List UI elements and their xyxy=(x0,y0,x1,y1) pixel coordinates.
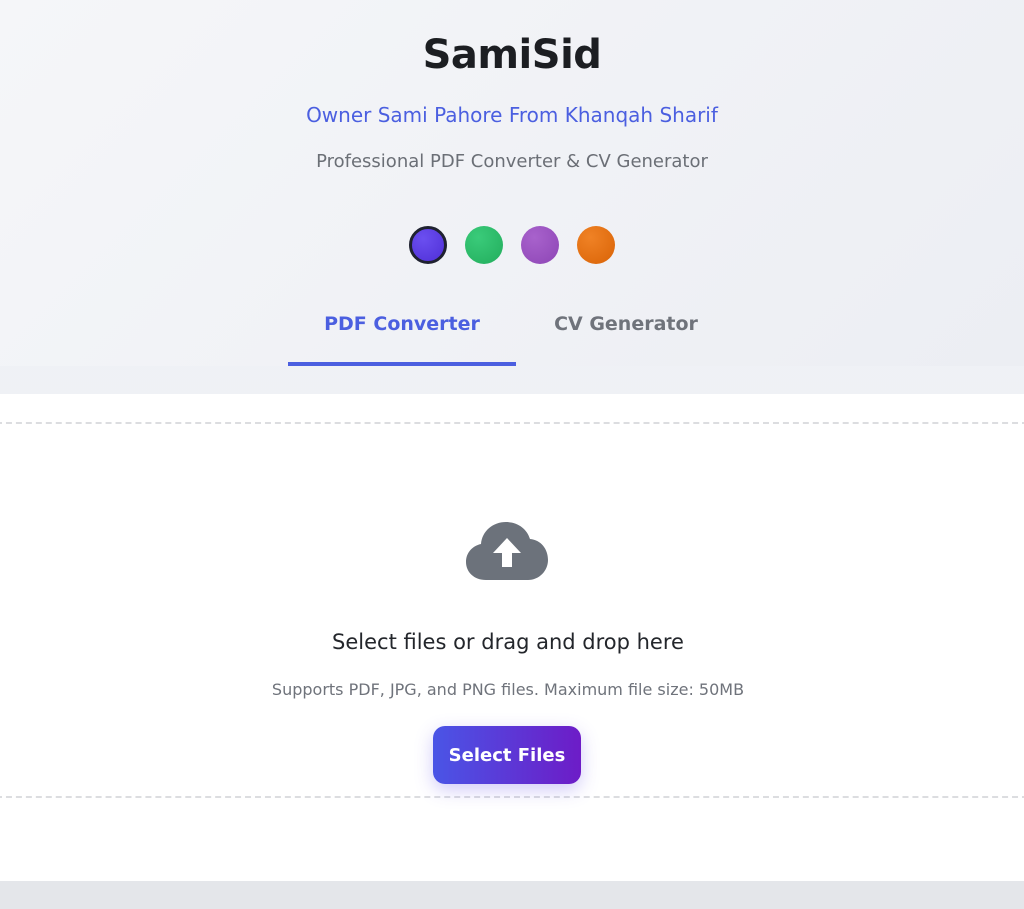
tab-bar: PDF Converter CV Generator xyxy=(288,296,736,366)
select-files-button[interactable]: Select Files xyxy=(433,726,581,784)
tab-cv-generator-label: CV Generator xyxy=(554,313,698,335)
theme-swatch-indigo[interactable] xyxy=(409,226,447,264)
owner-subtitle: Owner Sami Pahore From Khanqah Sharif xyxy=(306,103,718,127)
cloud-upload-icon xyxy=(466,522,548,580)
footer-band xyxy=(0,881,1024,909)
theme-swatch-purple[interactable] xyxy=(521,226,559,264)
brand-title: SamiSid xyxy=(422,32,602,78)
theme-swatch-green[interactable] xyxy=(465,226,503,264)
header: SamiSid Owner Sami Pahore From Khanqah S… xyxy=(0,0,1024,366)
dropzone-hint: Supports PDF, JPG, and PNG files. Maximu… xyxy=(271,680,745,699)
tab-cv-generator[interactable]: CV Generator xyxy=(516,296,736,366)
theme-swatches xyxy=(409,226,615,264)
tagline: Professional PDF Converter & CV Generato… xyxy=(316,151,708,172)
theme-swatch-orange[interactable] xyxy=(577,226,615,264)
pdf-converter-panel: Select files or drag and drop here Suppo… xyxy=(0,394,1024,881)
tab-pdf-converter[interactable]: PDF Converter xyxy=(288,296,516,366)
file-dropzone[interactable]: Select files or drag and drop here Suppo… xyxy=(0,422,1024,798)
dropzone-title: Select files or drag and drop here xyxy=(332,630,684,654)
tab-pdf-converter-label: PDF Converter xyxy=(324,313,480,335)
page: SamiSid Owner Sami Pahore From Khanqah S… xyxy=(0,0,1024,909)
